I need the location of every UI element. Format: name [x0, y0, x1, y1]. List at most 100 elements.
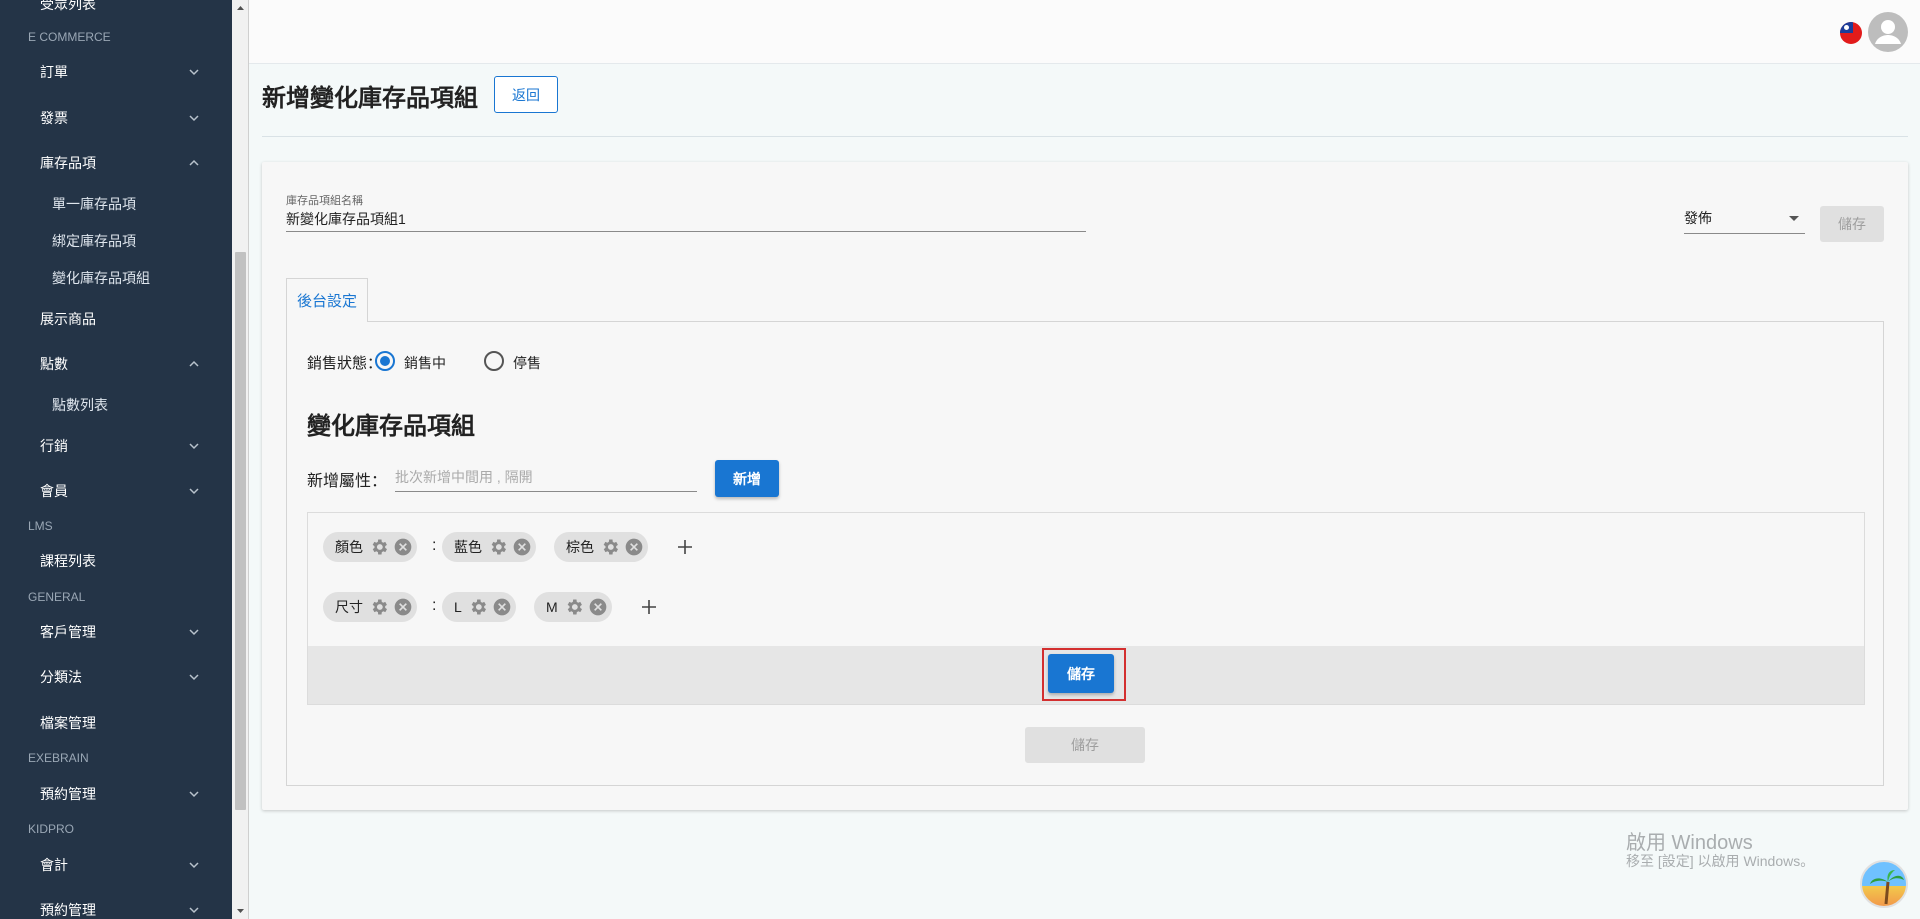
- chevron-down-icon: [189, 862, 199, 869]
- attribute-value-chip[interactable]: 棕色: [554, 532, 648, 562]
- sidebar-item-label: 預約管理: [40, 902, 96, 918]
- attribute-chip-color[interactable]: 顏色: [323, 532, 417, 562]
- sale-status-label: 銷售狀態：: [307, 355, 383, 372]
- attribute-value: L: [454, 599, 462, 615]
- windows-activation-text: 移至 [設定] 以啟用 Windows。: [1626, 853, 1815, 869]
- add-attribute-button[interactable]: 新增: [715, 460, 779, 497]
- attribute-value: 棕色: [566, 539, 594, 555]
- attribute-value: M: [546, 599, 558, 615]
- radio-on-sale[interactable]: [375, 351, 395, 371]
- sidebar-item-variant-inventory[interactable]: 變化庫存品項組: [52, 266, 150, 290]
- sidebar-item-inventory[interactable]: 庫存品項: [40, 151, 202, 175]
- scroll-down-arrow-icon[interactable]: [236, 906, 245, 915]
- gear-icon[interactable]: [468, 597, 488, 617]
- sidebar-item-label: 會計: [40, 857, 68, 873]
- sidebar-item-label: 訂單: [40, 64, 68, 80]
- group-name-input[interactable]: [286, 206, 1086, 232]
- form-card: 庫存品項組名稱 發佈 儲存 後台設定 銷售狀態： 銷售中 停售 變化庫存品項組 …: [262, 162, 1908, 810]
- sidebar-item-invoice[interactable]: 發票: [40, 106, 202, 130]
- bottom-save-button[interactable]: 儲存: [1025, 727, 1145, 763]
- sidebar-item-label: 課程列表: [40, 553, 96, 569]
- user-avatar-icon: [1875, 20, 1901, 44]
- attribute-value-chip[interactable]: 藍色: [442, 532, 536, 562]
- add-value-plus-icon[interactable]: [676, 538, 694, 556]
- publish-status-value: 發佈: [1684, 210, 1712, 226]
- sidebar-item-files[interactable]: 檔案管理: [40, 711, 202, 735]
- scroll-up-arrow-icon[interactable]: [236, 4, 245, 13]
- sidebar-item-label: 分類法: [40, 669, 82, 685]
- chevron-down-icon: [189, 674, 199, 681]
- sidebar-section-kidpro: KIDPRO: [28, 822, 75, 836]
- sidebar-item-bundle-inventory[interactable]: 綁定庫存品項: [52, 229, 136, 253]
- remove-circle-icon[interactable]: [624, 537, 644, 557]
- chevron-up-icon: [189, 360, 199, 367]
- sidebar-item-label: 行銷: [40, 438, 68, 454]
- avatar[interactable]: [1868, 12, 1908, 52]
- sidebar-item-booking[interactable]: 預約管理: [40, 782, 202, 806]
- attribute-value: 藍色: [454, 539, 482, 555]
- gear-icon[interactable]: [369, 537, 389, 557]
- attribute-value-chip[interactable]: L: [442, 592, 516, 622]
- page-title: 新增變化庫存品項組: [262, 85, 478, 112]
- top-save-button[interactable]: 儲存: [1820, 206, 1884, 242]
- remove-circle-icon[interactable]: [512, 537, 532, 557]
- attribute-chip-size[interactable]: 尺寸: [323, 592, 417, 622]
- add-attribute-label: 新增屬性：: [307, 473, 388, 490]
- radio-on-sale-label: 銷售中: [404, 355, 446, 371]
- variant-section-title: 變化庫存品項組: [307, 413, 475, 440]
- sidebar-item-single-inventory[interactable]: 單一庫存品項: [52, 192, 136, 216]
- remove-circle-icon[interactable]: [588, 597, 608, 617]
- sidebar-item-accounting[interactable]: 會計: [40, 853, 202, 877]
- chevron-down-icon: [189, 488, 199, 495]
- sidebar-section-general: GENERAL: [28, 590, 86, 604]
- add-attribute-input[interactable]: [395, 462, 697, 492]
- chevron-down-icon: [189, 907, 199, 914]
- attribute-separator: :: [432, 537, 437, 554]
- sidebar-item-label: 檔案管理: [40, 715, 96, 731]
- back-button[interactable]: 返回: [494, 76, 558, 113]
- sidebar-item-audience-list[interactable]: 受眾列表: [40, 0, 96, 14]
- sidebar-item-label: 客戶管理: [40, 624, 96, 640]
- title-divider: [262, 136, 1908, 137]
- gear-icon[interactable]: [564, 597, 584, 617]
- sidebar-item-orders[interactable]: 訂單: [40, 60, 202, 84]
- palm-tree-icon: [1870, 870, 1904, 905]
- dropdown-caret-icon: [1789, 216, 1799, 221]
- sidebar-item-label: 庫存品項: [40, 155, 96, 171]
- sidebar-item-members[interactable]: 會員: [40, 479, 202, 503]
- radio-stop-sale[interactable]: [484, 351, 504, 371]
- attribute-name: 尺寸: [335, 599, 363, 615]
- chevron-down-icon: [189, 629, 199, 636]
- palm-tree-app-icon[interactable]: [1860, 860, 1908, 908]
- tab-backend-settings[interactable]: 後台設定: [286, 278, 368, 322]
- sidebar-item-label: 會員: [40, 483, 68, 499]
- sidebar-item-booking-kidpro[interactable]: 預約管理: [40, 898, 202, 919]
- sidebar-item-showcase[interactable]: 展示商品: [40, 307, 202, 331]
- attribute-value-chip[interactable]: M: [534, 592, 612, 622]
- gear-icon[interactable]: [369, 597, 389, 617]
- attribute-save-button[interactable]: 儲存: [1048, 654, 1114, 693]
- sidebar-item-label: 發票: [40, 110, 68, 126]
- sidebar-section-lms: LMS: [28, 519, 53, 533]
- sidebar-scrollbar-thumb[interactable]: [235, 252, 246, 810]
- sidebar-section-exebrain: EXEBRAIN: [28, 751, 89, 765]
- taiwan-flag-icon[interactable]: [1840, 22, 1862, 44]
- gear-icon[interactable]: [488, 537, 508, 557]
- sidebar-item-taxonomy[interactable]: 分類法: [40, 665, 202, 689]
- settings-panel: 銷售狀態： 銷售中 停售 變化庫存品項組 新增屬性： 新增 顏色 : 藍色 棕色: [286, 321, 1884, 786]
- gear-icon[interactable]: [600, 537, 620, 557]
- sidebar-item-courses[interactable]: 課程列表: [40, 549, 202, 573]
- sidebar-item-label: 點數: [40, 356, 68, 372]
- sidebar-item-marketing[interactable]: 行銷: [40, 434, 202, 458]
- sidebar-item-points[interactable]: 點數: [40, 352, 202, 376]
- sidebar-item-points-list[interactable]: 點數列表: [52, 393, 108, 417]
- publish-status-select[interactable]: 發佈: [1684, 206, 1805, 234]
- add-value-plus-icon[interactable]: [640, 598, 658, 616]
- sidebar-section-ecommerce: E COMMERCE: [28, 30, 111, 44]
- remove-circle-icon[interactable]: [393, 537, 413, 557]
- sidebar-item-label: 展示商品: [40, 311, 96, 327]
- chevron-up-icon: [189, 159, 199, 166]
- remove-circle-icon[interactable]: [393, 597, 413, 617]
- remove-circle-icon[interactable]: [492, 597, 512, 617]
- sidebar-item-customers[interactable]: 客戶管理: [40, 620, 202, 644]
